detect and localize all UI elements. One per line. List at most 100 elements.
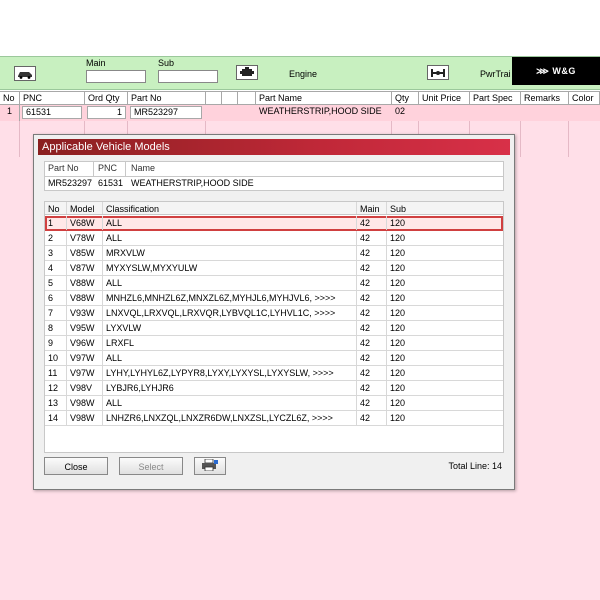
list-item[interactable]: 10 V97W ALL 42 120: [45, 351, 503, 366]
table-row[interactable]: 1 61531 1 MR523297 WEATHERSTRIP,HOOD SID…: [0, 105, 600, 121]
print-button[interactable]: [194, 457, 226, 475]
car-icon[interactable]: [14, 66, 36, 81]
printer-icon: [201, 458, 219, 473]
list-item[interactable]: 3 V85W MRXVLW 42 120: [45, 246, 503, 261]
select-button[interactable]: Select: [119, 457, 183, 475]
list-item[interactable]: 13 V98W ALL 42 120: [45, 396, 503, 411]
engine-label: Engine: [289, 69, 318, 79]
col-header-part-no[interactable]: Part No: [128, 91, 206, 105]
sub-label: Sub: [158, 58, 175, 68]
col-header-ord-qty[interactable]: Ord Qty: [85, 91, 128, 105]
cell-sub: 120: [390, 293, 406, 303]
vehicle-models-list[interactable]: No Model Classification Main Sub 1 V68W AL…: [44, 201, 504, 453]
col-header-sub[interactable]: Sub: [387, 202, 505, 214]
pnc-cell[interactable]: 61531: [22, 106, 82, 119]
col-header-no[interactable]: No: [45, 202, 67, 214]
cell-classification: ALL: [103, 216, 357, 230]
cell-model: V88W: [67, 291, 103, 305]
cell-model: V97W: [67, 366, 103, 380]
cell-sub: 120: [390, 218, 406, 228]
list-item[interactable]: 5 V88W ALL 42 120: [45, 276, 503, 291]
list-item[interactable]: 7 V93W LNXVQL,LRXVQL,LRXVQR,LYBVQL1C,LYHVL…: [45, 306, 503, 321]
col-header-qty[interactable]: Qty: [392, 91, 419, 105]
col-header-unit-price[interactable]: Unit Price: [419, 91, 470, 105]
main-field[interactable]: [86, 70, 146, 83]
col-header-main[interactable]: Main: [357, 202, 387, 214]
cell-no: 4: [45, 261, 67, 275]
pwrtrain-label: PwrTrai: [480, 69, 511, 79]
list-item[interactable]: 8 V95W LYXVLW 42 120: [45, 321, 503, 336]
cell-no: 8: [45, 321, 67, 335]
separator: [125, 162, 126, 176]
list-item[interactable]: 2 V78W ALL 42 120: [45, 231, 503, 246]
list-item[interactable]: 1 V68W ALL 42 120: [45, 216, 503, 231]
cell-sub: 120: [390, 353, 406, 363]
cell-model: V97W: [67, 351, 103, 365]
ord-qty-cell[interactable]: 1: [87, 106, 126, 119]
list-item[interactable]: 11 V97W LYHY,LYHYL6Z,LYPYR8,LYXY,LYXYSL,LY…: [45, 366, 503, 381]
col-header-blank[interactable]: [238, 91, 256, 105]
cell-no: 12: [45, 381, 67, 395]
cell-sub: 120: [390, 278, 406, 288]
cell-model: V98W: [67, 396, 103, 410]
part-no-cell[interactable]: MR523297: [130, 106, 202, 119]
list-item[interactable]: 9 V96W LRXFL 42 120: [45, 336, 503, 351]
applicable-vehicle-models-dialog: Applicable Vehicle Models Part No PNC Na…: [33, 134, 515, 490]
col-header-blank[interactable]: [222, 91, 238, 105]
main-label: Main: [86, 58, 106, 68]
pnc-value: 61531: [98, 178, 124, 188]
cell-sub: 120: [390, 323, 406, 333]
cell-model: V93W: [67, 306, 103, 320]
column-divider: [520, 121, 521, 157]
part-no-value: MR523297: [48, 178, 93, 188]
column-divider: [19, 121, 20, 157]
close-button[interactable]: Close: [44, 457, 108, 475]
cell-main: 42: [357, 321, 387, 335]
cell-classification: ALL: [103, 351, 357, 365]
col-header-remarks[interactable]: Remarks: [521, 91, 569, 105]
part-name-cell: WEATHERSTRIP,HOOD SIDE: [259, 106, 382, 116]
dialog-title: Applicable Vehicle Models: [38, 139, 510, 155]
list-item[interactable]: 6 V88W MNHZL6,MNHZL6Z,MNXZL6Z,MYHJL6,MYHJV…: [45, 291, 503, 306]
cell-no: 2: [45, 231, 67, 245]
engine-icon[interactable]: [236, 65, 258, 80]
col-header-model[interactable]: Model: [67, 202, 103, 214]
cell-model: V98V: [67, 381, 103, 395]
col-header-part-name[interactable]: Part Name: [256, 91, 392, 105]
logo-mark-icon: ⋙: [536, 65, 550, 76]
col-header-no[interactable]: No: [0, 91, 20, 105]
part-info-box: Part No PNC Name MR523297 61531 WEATHERS…: [44, 161, 504, 191]
cell-sub: 120: [390, 398, 406, 408]
cell-classification: LYXVLW: [103, 321, 357, 335]
pnc-header: PNC: [98, 163, 118, 173]
cell-model: V85W: [67, 246, 103, 260]
parts-grid-header: No PNC Ord Qty Part No Part Name Qty Uni…: [0, 91, 600, 105]
cell-main: 42: [357, 336, 387, 350]
col-header-part-spec[interactable]: Part Spec: [470, 91, 521, 105]
sub-field[interactable]: [158, 70, 218, 83]
axle-icon[interactable]: [427, 65, 449, 80]
cell-main: 42: [357, 276, 387, 290]
cell-main: 42: [357, 261, 387, 275]
cell-classification: ALL: [103, 231, 357, 245]
cell-model: V95W: [67, 321, 103, 335]
column-divider: [568, 121, 569, 157]
cell-classification: LNHZR6,LNXZQL,LNXZR6DW,LNXZSL,LYCZL6Z, >…: [103, 411, 357, 425]
list-item[interactable]: 12 V98V LYBJR6,LYHJR6 42 120: [45, 381, 503, 396]
cell-main: 42: [357, 396, 387, 410]
part-no-header: Part No: [48, 163, 79, 173]
cell-no: 6: [45, 291, 67, 305]
cell-no: 14: [45, 411, 67, 425]
col-header-color[interactable]: Color: [569, 91, 600, 105]
col-header-classification[interactable]: Classification: [103, 202, 357, 214]
cell-classification: MYXYSLW,MYXYULW: [103, 261, 357, 275]
col-header-blank[interactable]: [206, 91, 222, 105]
cell-no: 13: [45, 396, 67, 410]
separator: [93, 162, 94, 176]
list-item[interactable]: 14 V98W LNHZR6,LNXZQL,LNXZR6DW,LNXZSL,LYCZ…: [45, 411, 503, 426]
list-item[interactable]: 4 V87W MYXYSLW,MYXYULW 42 120: [45, 261, 503, 276]
cell-main: 42: [357, 306, 387, 320]
cell-no: 9: [45, 336, 67, 350]
cell-no: 3: [45, 246, 67, 260]
col-header-pnc[interactable]: PNC: [20, 91, 85, 105]
